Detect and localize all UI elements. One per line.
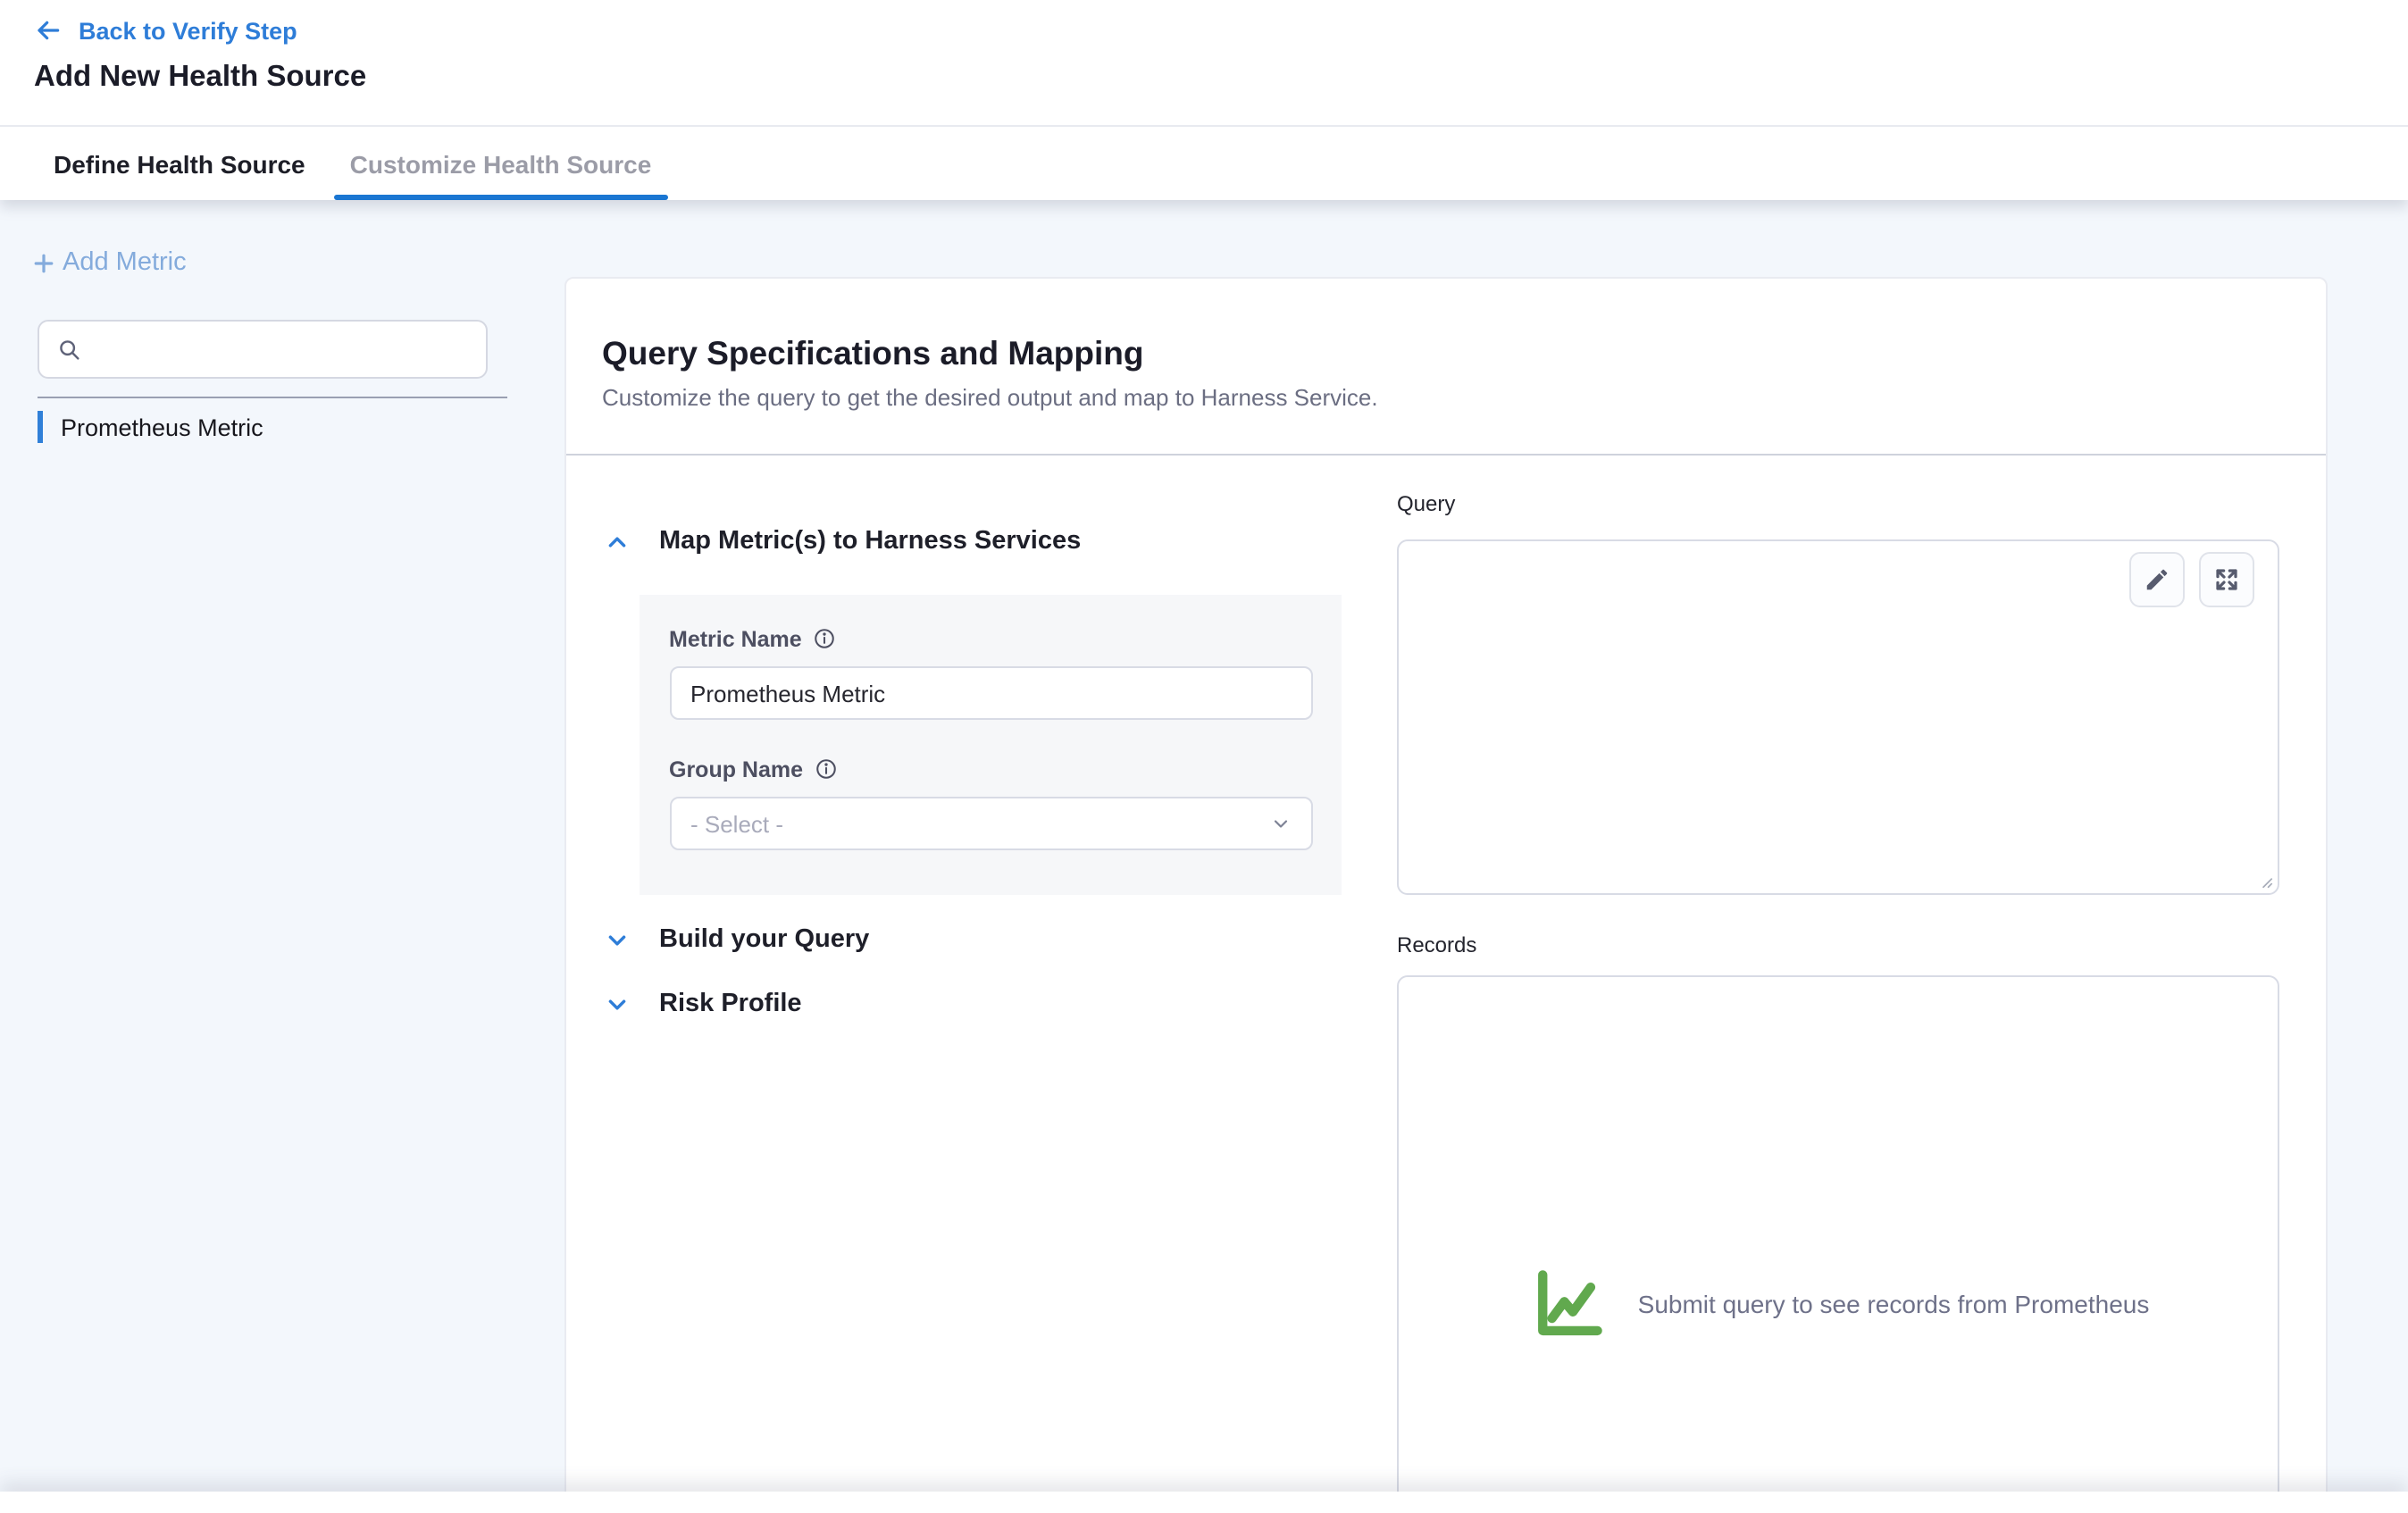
- section-toggle-build-query[interactable]: Build your Query: [606, 925, 869, 954]
- add-metric-button[interactable]: Add Metric: [30, 248, 187, 277]
- textarea-resize-handle[interactable]: [2254, 870, 2274, 890]
- group-name-select[interactable]: - Select -: [669, 797, 1312, 850]
- page-title: Add New Health Source: [34, 61, 366, 95]
- query-label: Query: [1397, 491, 1455, 516]
- section-title: Risk Profile: [659, 990, 802, 1018]
- footer-bar: [0, 1492, 2408, 1513]
- panel-divider: [566, 454, 2326, 456]
- page-header: Back to Verify Step Add New Health Sourc…: [0, 0, 2408, 127]
- metric-name-label-row: Metric Name: [669, 625, 1312, 652]
- group-name-label-row: Group Name: [669, 756, 1312, 782]
- metric-name-input[interactable]: [669, 666, 1312, 720]
- panel-heading: Query Specifications and Mapping: [602, 334, 1144, 373]
- query-specifications-panel: Query Specifications and Mapping Customi…: [564, 277, 2328, 1513]
- chevron-down-icon: [606, 992, 629, 1016]
- metric-item-label: Prometheus Metric: [61, 414, 263, 440]
- tab-customize-health-source[interactable]: Customize Health Source: [334, 127, 668, 200]
- chevron-up-icon: [606, 530, 629, 553]
- records-empty-state: Submit query to see records from Prometh…: [1399, 1263, 2278, 1345]
- group-name-placeholder: - Select -: [690, 810, 783, 837]
- section-toggle-map-metrics[interactable]: Map Metric(s) to Harness Services: [606, 527, 1081, 556]
- metric-name-label: Metric Name: [669, 626, 802, 651]
- arrow-left-icon: [34, 16, 63, 45]
- edit-query-button[interactable]: [2129, 552, 2185, 607]
- sidebar-divider: [38, 397, 507, 398]
- section-title: Map Metric(s) to Harness Services: [659, 527, 1081, 556]
- query-toolbar: [2129, 552, 2254, 607]
- back-to-verify-step-link[interactable]: Back to Verify Step: [34, 16, 297, 45]
- tab-define-health-source[interactable]: Define Health Source: [38, 127, 322, 200]
- chevron-down-icon: [1269, 813, 1291, 834]
- screenshot-viewport: Back to Verify Step Add New Health Sourc…: [0, 0, 2408, 1513]
- expand-icon: [2213, 566, 2240, 593]
- map-metrics-form-card: Metric Name Group Name - Select -: [640, 595, 1342, 895]
- group-name-label: Group Name: [669, 756, 803, 782]
- tab-bar: Define Health Source Customize Health So…: [0, 127, 2408, 200]
- tab-label: Define Health Source: [54, 149, 305, 178]
- back-link-label: Back to Verify Step: [79, 17, 297, 44]
- section-title: Build your Query: [659, 925, 869, 954]
- selected-indicator-bar: [38, 411, 43, 443]
- add-metric-label: Add Metric: [63, 248, 187, 277]
- metric-search-box: [38, 320, 488, 379]
- chevron-down-icon: [606, 928, 629, 951]
- records-label: Records: [1397, 932, 1476, 957]
- tab-label: Customize Health Source: [350, 149, 652, 178]
- panel-subheading: Customize the query to get the desired o…: [602, 384, 1378, 411]
- pencil-icon: [2144, 566, 2170, 593]
- line-chart-icon: [1527, 1263, 1610, 1345]
- search-icon: [57, 337, 82, 362]
- expand-query-button[interactable]: [2199, 552, 2254, 607]
- query-editor: [1397, 539, 2279, 895]
- metric-search-input[interactable]: [95, 320, 486, 379]
- metrics-sidebar: Add Metric Prometheus Metric: [0, 200, 564, 1492]
- info-icon[interactable]: [814, 757, 837, 781]
- metric-list-item[interactable]: Prometheus Metric: [38, 411, 263, 443]
- records-panel: Submit query to see records from Prometh…: [1397, 975, 2279, 1513]
- info-icon[interactable]: [813, 627, 836, 650]
- page: Back to Verify Step Add New Health Sourc…: [0, 0, 2408, 1513]
- section-toggle-risk-profile[interactable]: Risk Profile: [606, 990, 802, 1018]
- plus-icon: [30, 249, 57, 276]
- records-empty-message: Submit query to see records from Prometh…: [1638, 1290, 2150, 1318]
